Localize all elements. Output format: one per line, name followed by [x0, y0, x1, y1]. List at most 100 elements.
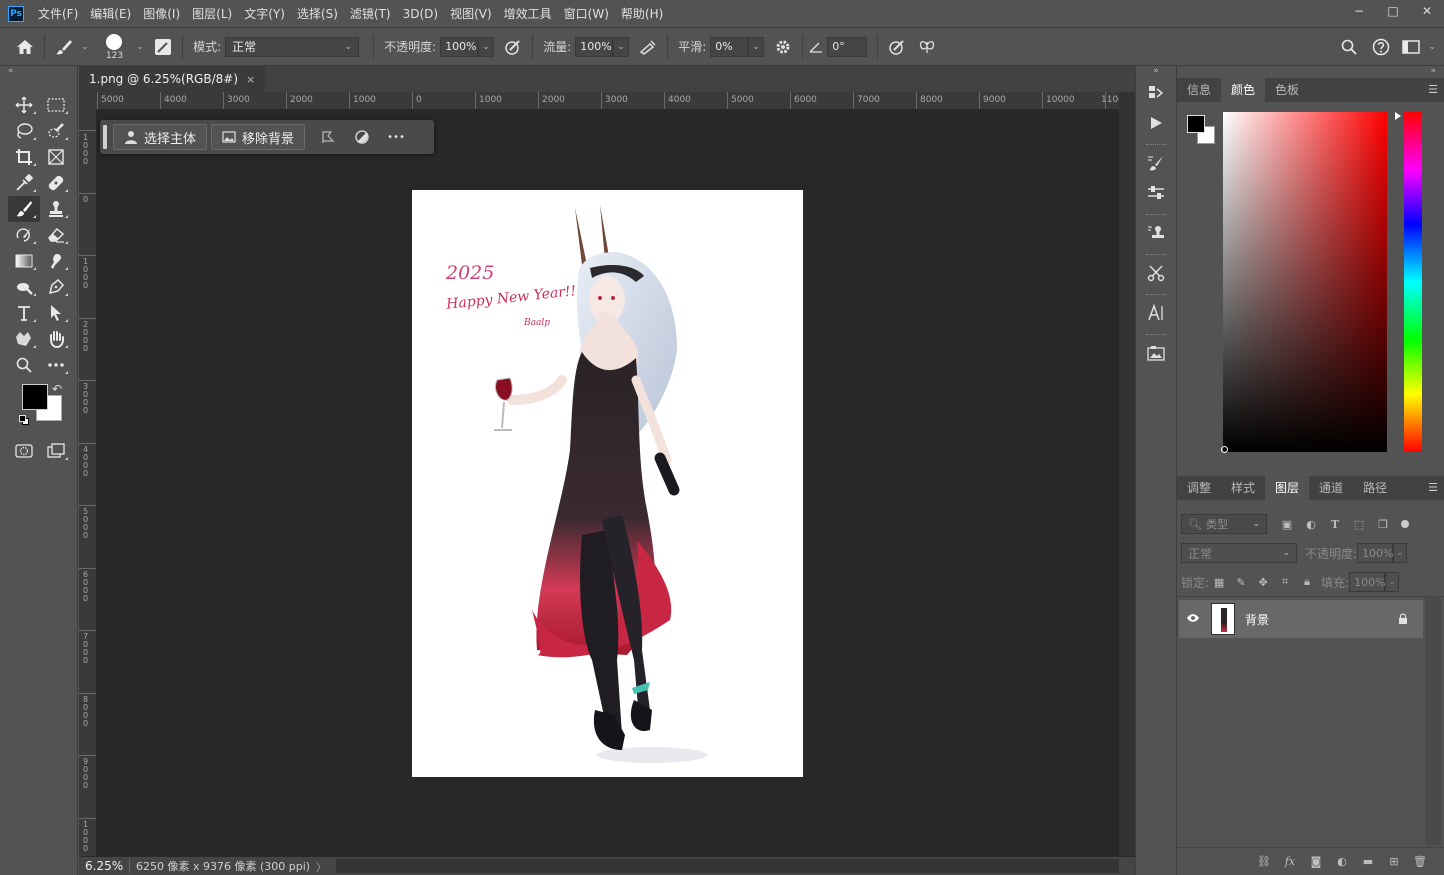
menu-file[interactable]: 文件(F)	[32, 0, 84, 28]
pen-tool[interactable]	[40, 274, 72, 300]
gradient-tool[interactable]	[8, 248, 40, 274]
history-brush-tool[interactable]	[8, 222, 40, 248]
brush-size-picker[interactable]: 123	[97, 30, 133, 64]
eyedropper-tool[interactable]	[8, 170, 40, 196]
swap-colors-icon[interactable]: ↶	[52, 382, 62, 396]
tab-adjustments[interactable]: 调整	[1177, 476, 1221, 500]
zoom-tool[interactable]	[8, 352, 40, 378]
help-button[interactable]	[1368, 34, 1394, 60]
chevron-down-icon[interactable]: ⌄	[1428, 42, 1436, 52]
menu-plugins[interactable]: 增效工具	[498, 0, 558, 28]
flow-dropdown[interactable]: ⌄	[613, 36, 630, 57]
smoothing-options-button[interactable]	[770, 34, 796, 60]
lock-artboard-icon[interactable]: ⌗	[1275, 572, 1295, 592]
path-selection-tool[interactable]	[40, 300, 72, 326]
menu-window[interactable]: 窗口(W)	[558, 0, 615, 28]
layer-filter-select[interactable]: 🔍︎ 类型 ⌄	[1181, 514, 1267, 534]
panel-menu-icon[interactable]: ☰	[1428, 481, 1438, 494]
vertical-ruler[interactable]: 1000 0 1000 2000 3000 4000 5000 6000 700…	[79, 110, 97, 856]
pressure-opacity-button[interactable]	[500, 34, 526, 60]
opacity-field[interactable]: 100%	[440, 36, 479, 57]
healing-brush-tool[interactable]	[40, 170, 72, 196]
blend-mode-select[interactable]: 正常 ⌄	[1181, 543, 1297, 563]
visibility-eye-icon[interactable]	[1179, 612, 1207, 626]
brushes-panel-button[interactable]	[1136, 148, 1176, 178]
collapse-dock-icon[interactable]: »	[1136, 66, 1176, 78]
home-button[interactable]	[12, 34, 38, 60]
ruler-origin[interactable]	[79, 92, 97, 110]
select-subject-button[interactable]: 选择主体	[113, 124, 208, 150]
flow-field[interactable]: 100%	[575, 36, 614, 57]
search-button[interactable]	[1336, 34, 1362, 60]
add-mask-icon[interactable]: ◙	[1306, 852, 1326, 872]
menu-view[interactable]: 视图(V)	[444, 0, 498, 28]
properties-panel-button[interactable]	[1136, 338, 1176, 368]
horizontal-scrollbar[interactable]	[336, 859, 1119, 873]
blur-tool[interactable]	[40, 248, 72, 274]
new-layer-icon[interactable]: ⊞	[1384, 852, 1404, 872]
color-field[interactable]	[1223, 112, 1387, 452]
layers-scrollbar[interactable]	[1425, 597, 1441, 845]
collapse-toolbar-icon[interactable]: «	[0, 66, 77, 78]
fill-field[interactable]: 100%	[1349, 572, 1386, 592]
lock-position-icon[interactable]: ✥	[1253, 572, 1273, 592]
tab-color[interactable]: 颜色	[1221, 78, 1266, 102]
adjustment-button[interactable]	[349, 124, 375, 150]
brush-preset-button[interactable]	[51, 34, 77, 60]
quick-mask-button[interactable]	[8, 438, 40, 464]
smoothing-dropdown[interactable]: ⌄	[748, 36, 765, 57]
filter-smart-object-icon[interactable]: ❐	[1373, 514, 1393, 534]
brush-settings-panel-button[interactable]	[1136, 178, 1176, 208]
pin-bar-button[interactable]	[315, 124, 341, 150]
edit-toolbar-button[interactable]	[40, 352, 72, 378]
actions-panel-button[interactable]	[1136, 108, 1176, 138]
foreground-color-swatch[interactable]	[22, 384, 48, 410]
layer-opacity-field[interactable]: 100%	[1357, 543, 1394, 563]
vertical-scrollbar[interactable]	[1119, 92, 1135, 856]
tab-swatches[interactable]: 色板	[1265, 78, 1309, 102]
close-tab-icon[interactable]: ×	[246, 73, 255, 86]
menu-type[interactable]: 文字(Y)	[238, 0, 291, 28]
character-panel-button[interactable]	[1136, 298, 1176, 328]
tab-paths[interactable]: 路径	[1353, 476, 1397, 500]
menu-help[interactable]: 帮助(H)	[615, 0, 669, 28]
menu-select[interactable]: 选择(S)	[291, 0, 344, 28]
airbrush-button[interactable]	[635, 34, 661, 60]
workspace-button[interactable]	[1398, 34, 1424, 60]
maximize-button[interactable]: □	[1376, 0, 1410, 22]
move-tool[interactable]	[8, 92, 40, 118]
hue-slider-handle[interactable]	[1395, 112, 1401, 120]
delete-layer-trash-icon[interactable]: 🗑︎	[1410, 852, 1430, 872]
mode-select[interactable]: 正常 ⌄	[225, 36, 360, 57]
layer-opacity-dropdown[interactable]: ⌄	[1393, 543, 1408, 563]
clone-source-panel-button[interactable]	[1136, 218, 1176, 248]
new-group-folder-icon[interactable]: ▬	[1358, 852, 1378, 872]
filter-pixel-icon[interactable]: ▣	[1277, 514, 1297, 534]
tab-layers[interactable]: 图层	[1265, 476, 1310, 500]
shape-tool[interactable]	[8, 326, 40, 352]
dodge-tool[interactable]	[8, 274, 40, 300]
close-button[interactable]: ✕	[1410, 0, 1444, 22]
lasso-tool[interactable]	[8, 118, 40, 144]
history-panel-button[interactable]	[1136, 78, 1176, 108]
brush-tool[interactable]	[8, 196, 40, 222]
document-tab[interactable]: 1.png @ 6.25%(RGB/8#) ×	[79, 66, 266, 92]
lock-transparency-icon[interactable]: ▦	[1209, 572, 1229, 592]
collapse-panels-icon[interactable]: »	[1177, 66, 1444, 78]
menu-image[interactable]: 图像(I)	[137, 0, 186, 28]
status-menu-icon[interactable]: 〉	[316, 859, 326, 874]
tool-presets-panel-button[interactable]	[1136, 258, 1176, 288]
remove-background-button[interactable]: 移除背景	[211, 124, 306, 150]
menu-edit[interactable]: 编辑(E)	[84, 0, 137, 28]
filter-toggle-icon[interactable]	[1401, 520, 1409, 528]
filter-type-icon[interactable]: T	[1325, 514, 1345, 534]
layer-style-fx-icon[interactable]: fx	[1280, 852, 1300, 872]
screen-mode-button[interactable]	[40, 438, 72, 464]
color-picker-cursor[interactable]	[1221, 446, 1228, 453]
smoothing-field[interactable]: 0%	[710, 36, 749, 57]
hand-tool[interactable]	[40, 326, 72, 352]
quick-selection-tool[interactable]	[40, 118, 72, 144]
type-tool[interactable]	[8, 300, 40, 326]
angle-field[interactable]: 0°	[827, 36, 868, 57]
chevron-down-icon[interactable]: ⌄	[137, 42, 145, 52]
